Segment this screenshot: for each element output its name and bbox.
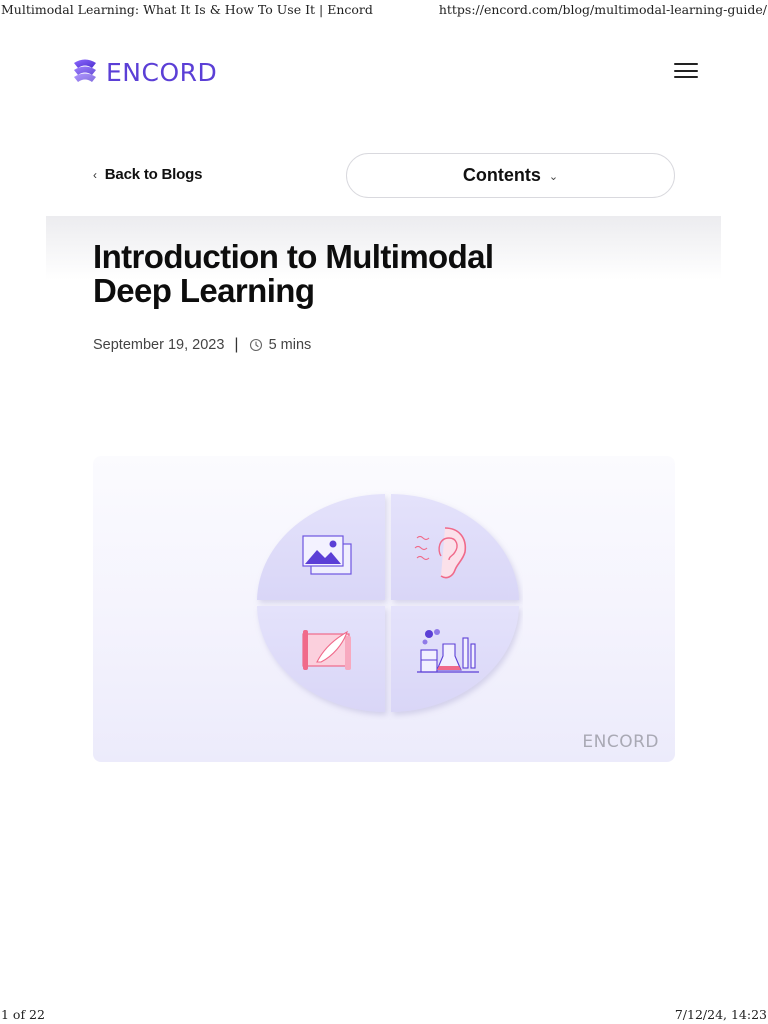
- article-meta: September 19, 2023 | 5 mins: [93, 336, 311, 354]
- print-timestamp: 7/12/24, 14:23: [674, 1007, 767, 1022]
- chevron-left-icon: ‹: [93, 167, 97, 182]
- hamburger-icon-bar: [674, 69, 698, 72]
- encord-logo-text: ENCORD: [106, 57, 218, 87]
- menu-button[interactable]: [674, 63, 698, 81]
- chevron-down-icon: ⌄: [548, 171, 559, 183]
- hamburger-icon-bar: [674, 63, 698, 65]
- site-nav: ENCORD: [70, 55, 698, 91]
- print-page-url: https://encord.com/blog/multimodal-learn…: [438, 2, 767, 17]
- read-time: 5 mins: [268, 337, 312, 353]
- print-header: Multimodal Learning: What It Is & How To…: [0, 0, 768, 20]
- scroll-quill-icon: [302, 630, 351, 670]
- multimodal-disc-illustration: [257, 494, 519, 712]
- encord-watermark: ENCORD: [582, 732, 659, 752]
- hamburger-icon-bar: [674, 76, 698, 78]
- encord-logo[interactable]: ENCORD: [70, 57, 217, 87]
- print-page-number: 1 of 22: [1, 1007, 45, 1022]
- back-to-blogs-link[interactable]: ‹ Back to Blogs: [93, 166, 202, 183]
- publish-date: September 19, 2023: [93, 337, 225, 353]
- hero-image: ENCORD: [93, 456, 675, 762]
- back-to-blogs-label: Back to Blogs: [104, 166, 203, 183]
- clock-icon: [249, 338, 263, 352]
- contents-label: Contents: [462, 165, 541, 185]
- encord-logo-icon: [74, 59, 96, 82]
- contents-dropdown[interactable]: Contents ⌄: [346, 153, 675, 198]
- article-title: Introduction to Multimodal Deep Learning: [93, 238, 494, 309]
- print-page-title: Multimodal Learning: What It Is & How To…: [1, 2, 373, 17]
- print-footer: 1 of 22 7/12/24, 14:23: [0, 1004, 768, 1024]
- meta-separator: |: [234, 336, 239, 353]
